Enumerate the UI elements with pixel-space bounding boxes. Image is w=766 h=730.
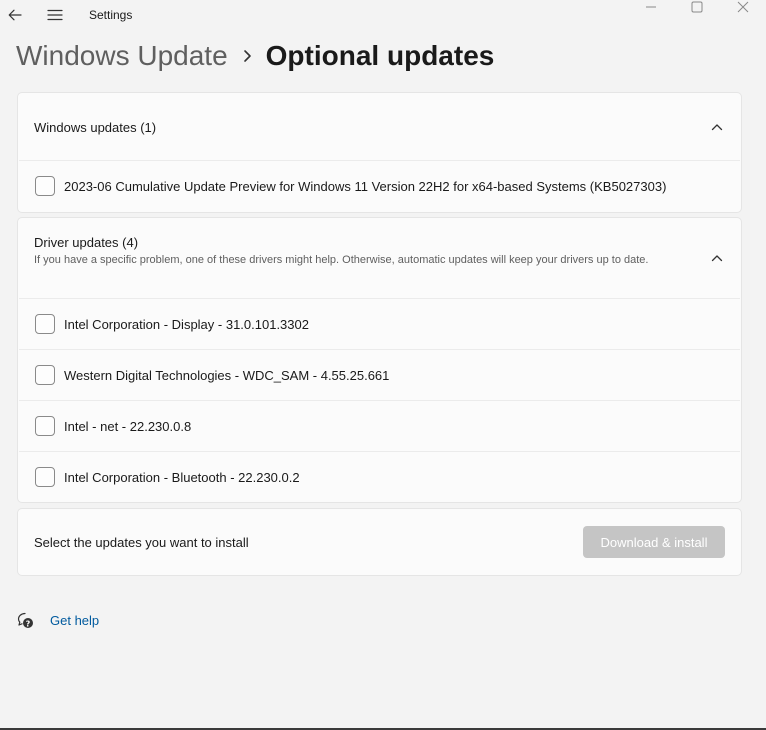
back-arrow-icon xyxy=(8,9,22,21)
driver-update-row[interactable]: Intel Corporation - Display - 31.0.101.3… xyxy=(19,298,740,349)
driver-label: Intel - net - 22.230.0.8 xyxy=(64,418,192,434)
breadcrumb: Windows Update Optional updates xyxy=(16,36,494,76)
maximize-button[interactable] xyxy=(674,0,720,14)
install-card: Select the updates you want to install D… xyxy=(17,508,742,576)
driver-update-row[interactable]: Intel - net - 22.230.0.8 xyxy=(19,400,740,451)
driver-checkbox[interactable] xyxy=(35,467,55,487)
chevron-up-icon xyxy=(711,255,723,262)
driver-updates-title: Driver updates (4) xyxy=(34,235,139,250)
driver-update-row[interactable]: Western Digital Technologies - WDC_SAM -… xyxy=(19,349,740,400)
driver-label: Intel Corporation - Display - 31.0.101.3… xyxy=(64,316,309,332)
page-title: Optional updates xyxy=(265,40,495,71)
chevron-up-icon xyxy=(711,124,723,131)
title-bar: Settings xyxy=(0,0,766,32)
breadcrumb-windows-update-link[interactable]: Windows Update xyxy=(16,40,228,72)
driver-updates-header[interactable]: Driver updates (4) If you have a specifi… xyxy=(18,218,741,299)
maximize-icon xyxy=(691,1,703,13)
close-button[interactable] xyxy=(720,0,766,14)
driver-label: Western Digital Technologies - WDC_SAM -… xyxy=(64,367,390,383)
svg-text:?: ? xyxy=(26,619,31,628)
driver-updates-card: Driver updates (4) If you have a specifi… xyxy=(17,217,742,503)
minimize-button[interactable] xyxy=(628,0,674,14)
download-install-button[interactable]: Download & install xyxy=(583,526,725,558)
windows-updates-collapse-button[interactable] xyxy=(709,119,725,135)
help-chat-icon: ? xyxy=(17,612,33,628)
driver-checkbox[interactable] xyxy=(35,416,55,436)
close-icon xyxy=(737,1,749,13)
windows-updates-header[interactable]: Windows updates (1) xyxy=(18,93,741,161)
get-help-link[interactable]: ? Get help xyxy=(16,609,99,631)
back-button[interactable] xyxy=(4,5,26,25)
app-title: Settings xyxy=(89,8,133,22)
windows-update-row[interactable]: 2023-06 Cumulative Update Preview for Wi… xyxy=(19,160,740,211)
update-label: 2023-06 Cumulative Update Preview for Wi… xyxy=(64,178,667,194)
driver-updates-description: If you have a specific problem, one of t… xyxy=(34,254,649,266)
windows-updates-title: Windows updates (1) xyxy=(34,120,157,135)
driver-update-row[interactable]: Intel Corporation - Bluetooth - 22.230.0… xyxy=(19,451,740,502)
navigation-menu-button[interactable] xyxy=(44,5,66,25)
update-checkbox[interactable] xyxy=(35,176,55,196)
hamburger-menu-icon xyxy=(47,9,63,21)
driver-checkbox[interactable] xyxy=(35,365,55,385)
install-prompt: Select the updates you want to install xyxy=(34,535,249,550)
windows-updates-card: Windows updates (1) 2023-06 Cumulative U… xyxy=(17,92,742,213)
driver-checkbox[interactable] xyxy=(35,314,55,334)
driver-label: Intel Corporation - Bluetooth - 22.230.0… xyxy=(64,469,300,485)
chevron-right-icon xyxy=(242,49,252,63)
driver-updates-collapse-button[interactable] xyxy=(709,250,725,266)
get-help-label: Get help xyxy=(50,612,100,628)
minimize-icon xyxy=(646,6,656,8)
